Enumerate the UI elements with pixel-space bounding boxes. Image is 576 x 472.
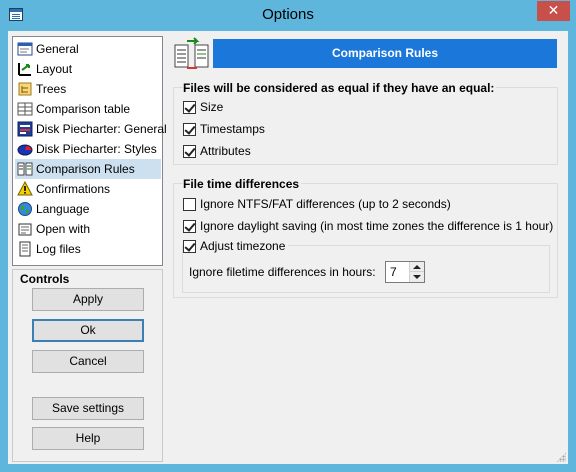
disk-styles-icon <box>17 141 33 157</box>
open-with-icon <box>17 221 33 237</box>
tree-item-label: Comparison Rules <box>36 162 135 176</box>
ignore-hours-label: Ignore filetime differences in hours: <box>189 265 376 279</box>
title-bar[interactable]: Options ✕ <box>0 0 576 31</box>
adjust-timezone-row[interactable]: Adjust timezone <box>183 238 289 254</box>
tree-item-label: Trees <box>36 82 67 96</box>
ignore-ntfs-row[interactable]: Ignore NTFS/FAT differences (up to 2 sec… <box>183 196 451 212</box>
tree-item-open-with[interactable]: Open with <box>15 219 161 239</box>
trees-icon <box>17 81 33 97</box>
help-button[interactable]: Help <box>32 427 144 450</box>
tree-item-label: General <box>36 42 79 56</box>
comparison-rules-header-icon <box>173 37 211 71</box>
ignore-ntfs-checkbox[interactable] <box>183 197 196 211</box>
timestamps-label: Timestamps <box>200 122 265 136</box>
tree-item-general[interactable]: General <box>15 39 161 59</box>
controls-group: Controls Apply Ok Cancel Save settings H… <box>12 269 163 462</box>
tree-item-label: Confirmations <box>36 182 111 196</box>
comparison-rules-icon <box>17 161 33 177</box>
tree-item-disk-piecharter-styles[interactable]: Disk Piecharter: Styles <box>15 139 161 159</box>
tree-item-label: Layout <box>36 62 73 76</box>
size-checkbox[interactable] <box>183 100 196 114</box>
close-button[interactable]: ✕ <box>537 1 570 21</box>
layout-icon <box>17 61 33 77</box>
tree-item-label: Open with <box>36 222 91 236</box>
ignore-hours-spinner[interactable]: 7 <box>385 261 425 283</box>
panel-header: Comparison Rules <box>213 39 557 68</box>
ok-button[interactable]: Ok <box>32 319 144 342</box>
tree-item-layout[interactable]: Layout <box>15 59 161 79</box>
tree-item-label: Language <box>36 202 90 216</box>
ignore-dst-checkbox[interactable] <box>183 219 196 233</box>
ignore-dst-row[interactable]: Ignore daylight saving (in most time zon… <box>183 218 553 234</box>
controls-title: Controls <box>20 272 70 286</box>
tree-item-comparison-rules[interactable]: Comparison Rules <box>15 159 161 179</box>
adjust-timezone-label: Adjust timezone <box>200 239 286 253</box>
save-settings-button[interactable]: Save settings <box>32 397 144 420</box>
options-window: Options ✕ General Layout Trees Compariso… <box>0 0 576 472</box>
tree-item-label: Comparison table <box>36 102 131 116</box>
spinner-down-icon[interactable] <box>410 272 424 282</box>
apply-button[interactable]: Apply <box>32 288 144 311</box>
attributes-checkbox-row[interactable]: Attributes <box>183 143 251 159</box>
timestamps-checkbox[interactable] <box>183 122 196 136</box>
timestamps-checkbox-row[interactable]: Timestamps <box>183 121 265 137</box>
tree-item-label: Log files <box>36 242 81 256</box>
disk-piecharter-icon <box>17 121 33 137</box>
attributes-checkbox[interactable] <box>183 144 196 158</box>
tree-item-confirmations[interactable]: Confirmations <box>15 179 161 199</box>
size-checkbox-row[interactable]: Size <box>183 99 223 115</box>
tree-item-label: Disk Piecharter: General <box>36 122 167 136</box>
tree-item-trees[interactable]: Trees <box>15 79 161 99</box>
file-time-title: File time differences <box>183 177 302 191</box>
spinner-up-icon[interactable] <box>410 262 424 272</box>
size-label: Size <box>200 100 224 114</box>
attributes-label: Attributes <box>200 144 251 158</box>
cancel-button[interactable]: Cancel <box>32 350 144 373</box>
dialog-client-area: General Layout Trees Comparison table Di… <box>8 31 568 464</box>
tree-item-log-files[interactable]: Log files <box>15 239 161 259</box>
adjust-timezone-checkbox[interactable] <box>183 239 196 253</box>
general-icon <box>17 41 33 57</box>
ignore-dst-label: Ignore daylight saving (in most time zon… <box>200 219 554 233</box>
warning-icon <box>17 180 33 197</box>
comparison-table-icon <box>17 101 33 117</box>
ignore-hours-value[interactable]: 7 <box>390 265 397 279</box>
equal-criteria-title: Files will be considered as equal if the… <box>183 81 497 95</box>
tree-item-comparison-table[interactable]: Comparison table <box>15 99 161 119</box>
ignore-ntfs-label: Ignore NTFS/FAT differences (up to 2 sec… <box>200 197 451 211</box>
globe-icon <box>17 201 33 217</box>
spinner-buttons <box>409 262 424 282</box>
resize-grip-icon[interactable] <box>556 452 566 462</box>
tree-item-label: Disk Piecharter: Styles <box>36 142 157 156</box>
tree-item-language[interactable]: Language <box>15 199 161 219</box>
tree-item-disk-piecharter-general[interactable]: Disk Piecharter: General <box>15 119 167 139</box>
window-title: Options <box>262 6 314 23</box>
options-category-tree[interactable]: General Layout Trees Comparison table Di… <box>12 36 167 266</box>
log-files-icon <box>17 241 33 257</box>
